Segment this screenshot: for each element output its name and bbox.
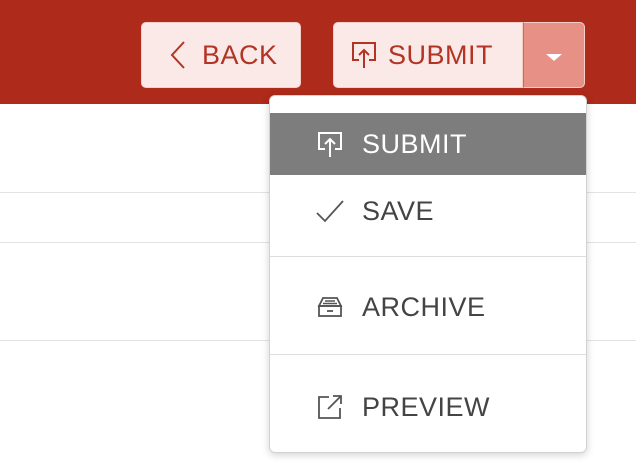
archive-tray-icon	[316, 293, 344, 321]
menu-divider	[270, 354, 586, 355]
menu-item-archive[interactable]: ARCHIVE	[270, 276, 586, 338]
menu-divider	[270, 256, 586, 257]
menu-item-label: SAVE	[362, 195, 435, 226]
toolbar: BACK SUBMIT	[0, 0, 636, 104]
submit-button[interactable]: SUBMIT	[333, 22, 523, 88]
submit-dropdown-menu: SUBMIT SAVE ARCHIVE PREVIEW	[269, 95, 587, 453]
menu-item-save[interactable]: SAVE	[270, 180, 586, 242]
chevron-left-icon	[168, 40, 188, 70]
menu-item-submit[interactable]: SUBMIT	[270, 113, 586, 175]
external-link-icon	[316, 393, 344, 421]
back-button-label: BACK	[202, 39, 278, 70]
caret-down-icon	[546, 53, 562, 61]
upload-icon	[350, 40, 378, 70]
submit-options-toggle[interactable]	[523, 22, 585, 88]
menu-item-preview[interactable]: PREVIEW	[270, 376, 586, 438]
checkmark-icon	[316, 197, 344, 225]
back-button[interactable]: BACK	[141, 22, 301, 88]
submit-button-label: SUBMIT	[388, 39, 494, 70]
upload-icon	[316, 130, 344, 158]
menu-item-label: ARCHIVE	[362, 291, 486, 322]
menu-item-label: PREVIEW	[362, 391, 491, 422]
menu-item-label: SUBMIT	[362, 128, 468, 159]
